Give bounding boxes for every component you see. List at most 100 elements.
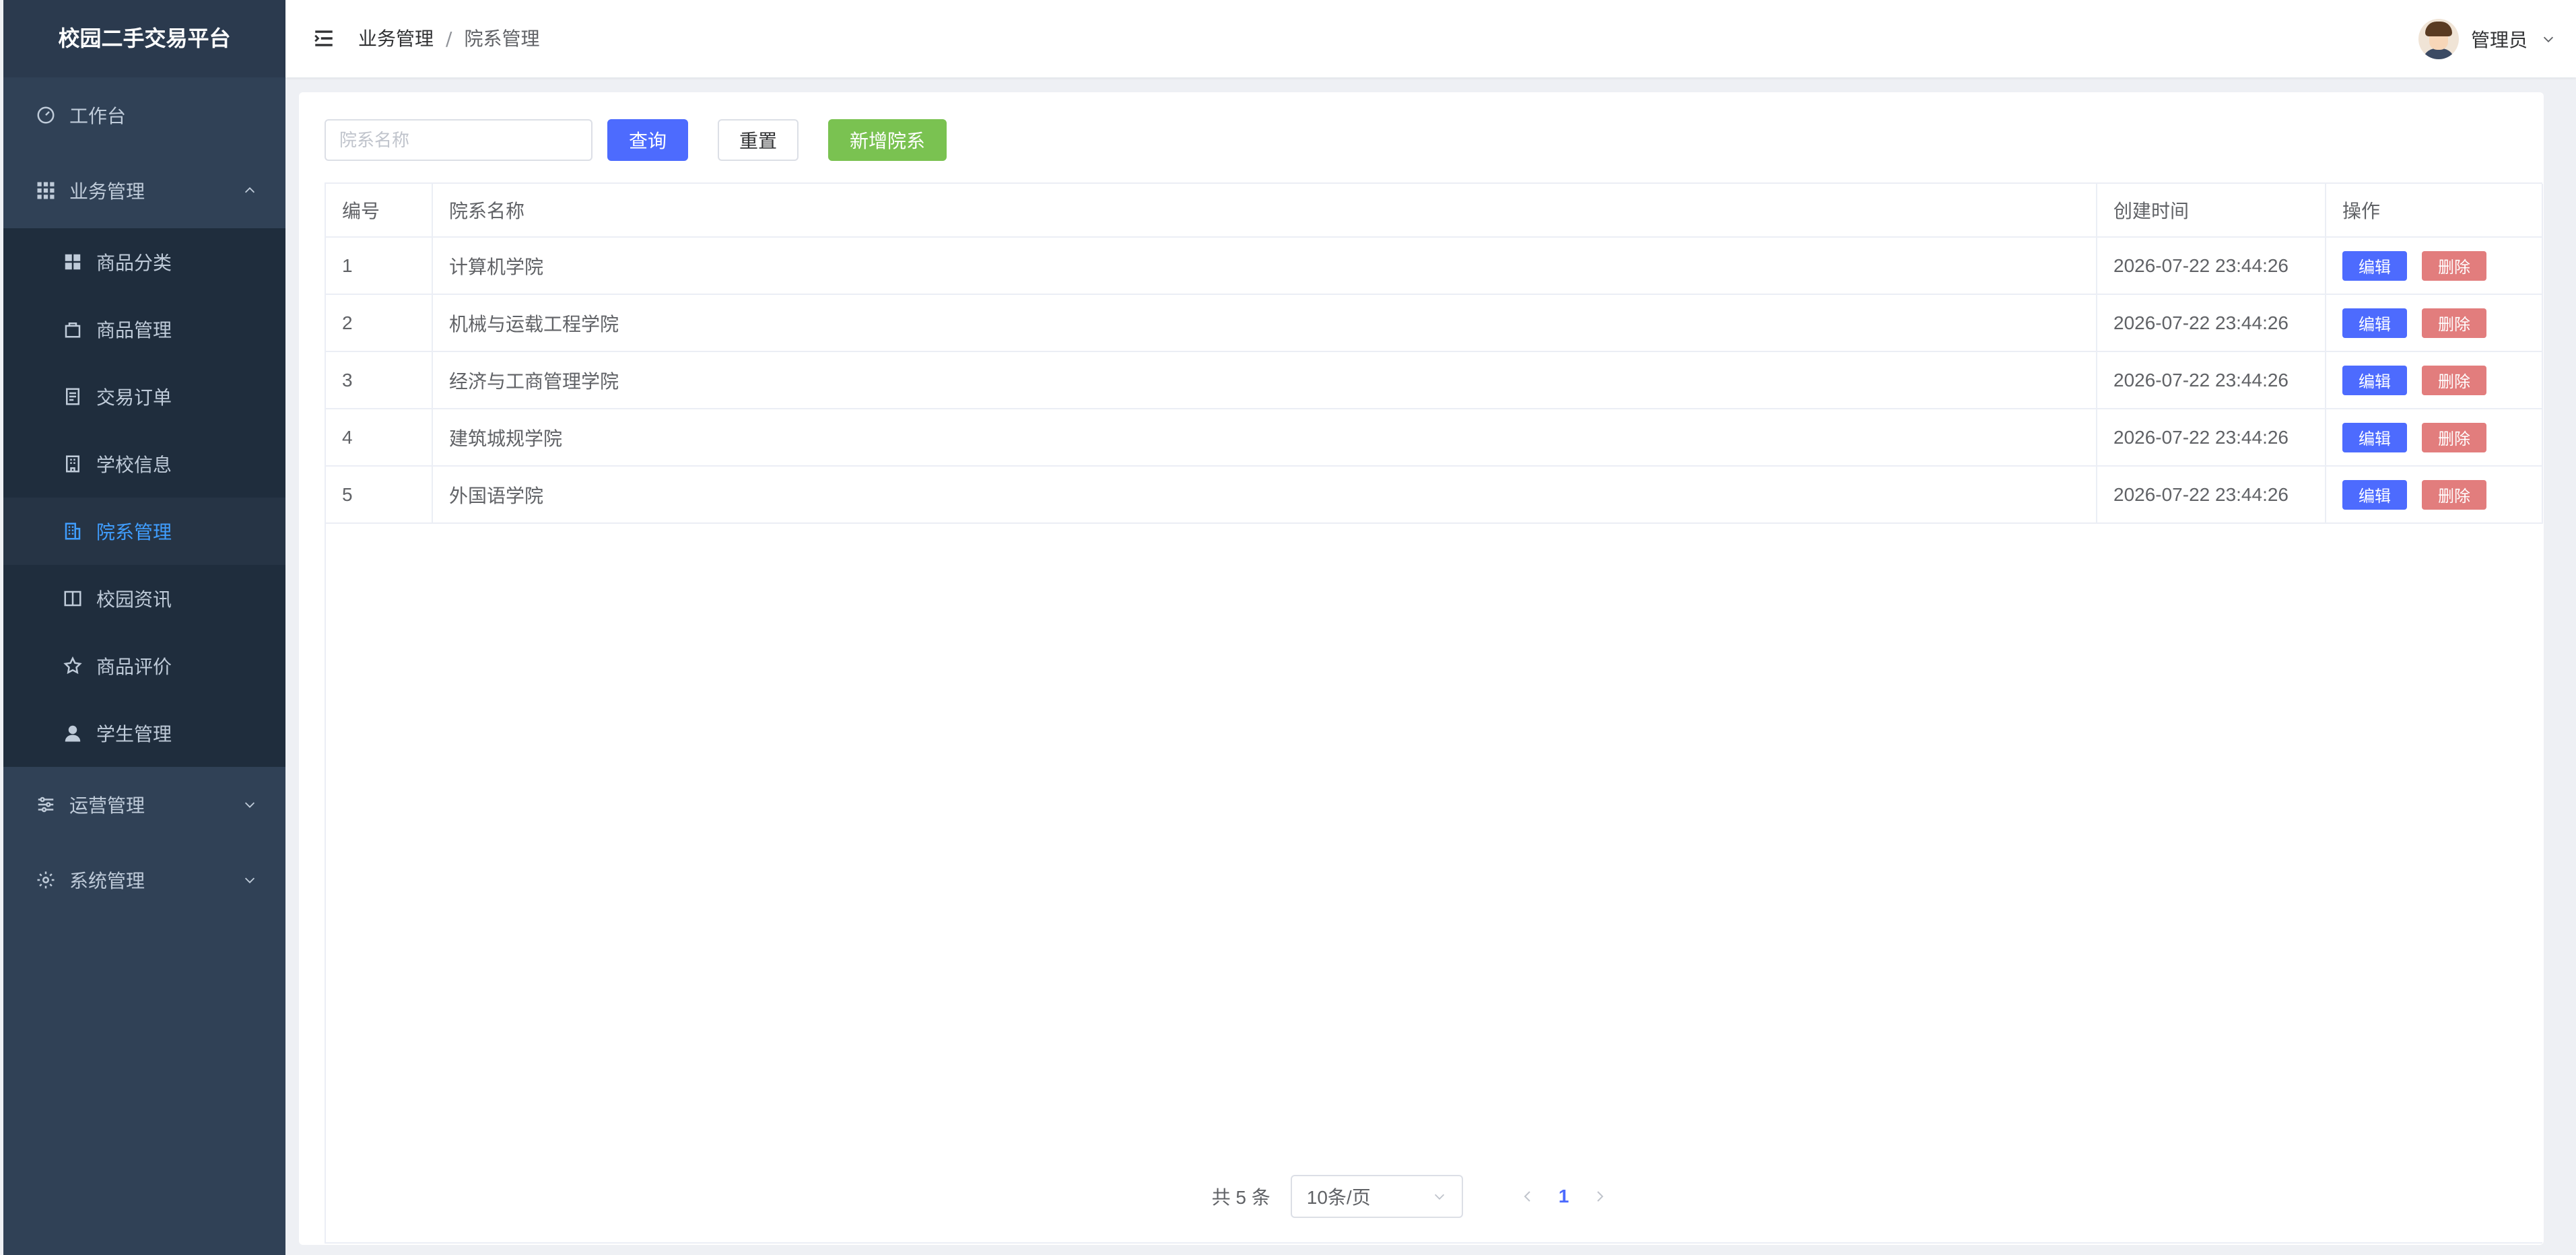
column-header-actions: 操作 [2326, 184, 2543, 238]
sidebar-item-operations[interactable]: 运营管理 [3, 767, 285, 842]
page-number-current[interactable]: 1 [1559, 1186, 1569, 1207]
cell-actions: 编辑 删除 [2326, 409, 2543, 467]
sidebar-item-orders[interactable]: 交易订单 [3, 363, 285, 430]
sidebar-item-label: 学校信息 [96, 454, 172, 476]
brand-title: 校园二手交易平台 [3, 0, 285, 77]
app-root: 校园二手交易平台 工作台 业务管理 商品分类 商品管理 交易订单 学校信息 院系… [0, 0, 2576, 1255]
department-name-input[interactable] [325, 119, 592, 161]
sidebar-item-goods[interactable]: 商品管理 [3, 296, 285, 363]
sidebar-item-label: 院系管理 [96, 521, 172, 543]
sidebar-item-label: 商品评价 [96, 656, 172, 678]
cell-created: 2026-07-22 23:44:26 [2097, 237, 2326, 295]
chevron-down-icon [1434, 1194, 1444, 1200]
sliders-icon [36, 794, 56, 815]
grid-icon [36, 180, 56, 201]
delete-button[interactable]: 删除 [2422, 422, 2486, 452]
edit-button[interactable]: 编辑 [2342, 308, 2407, 338]
page-size-select[interactable]: 10条/页 [1290, 1175, 1463, 1218]
sidebar-item-label: 商品分类 [96, 252, 172, 274]
sidebar-item-department[interactable]: 院系管理 [3, 498, 285, 565]
table-row: 4 建筑城规学院 2026-07-22 23:44:26 编辑 删除 [326, 409, 2543, 467]
prev-page-icon[interactable] [1520, 1188, 1536, 1205]
sidebar: 校园二手交易平台 工作台 业务管理 商品分类 商品管理 交易订单 学校信息 院系… [3, 0, 285, 1255]
breadcrumb-current: 院系管理 [464, 28, 540, 50]
table-row: 1 计算机学院 2026-07-22 23:44:26 编辑 删除 [326, 237, 2543, 295]
sidebar-item-dashboard[interactable]: 工作台 [3, 77, 285, 153]
sidebar-item-school[interactable]: 学校信息 [3, 430, 285, 498]
sidebar-item-business[interactable]: 业务管理 [3, 153, 285, 228]
table-row: 2 机械与运载工程学院 2026-07-22 23:44:26 编辑 删除 [326, 294, 2543, 352]
gear-icon [36, 870, 56, 890]
table-row: 3 经济与工商管理学院 2026-07-22 23:44:26 编辑 删除 [326, 351, 2543, 409]
cell-actions: 编辑 删除 [2326, 351, 2543, 409]
delete-button[interactable]: 删除 [2422, 308, 2486, 338]
table-header-row: 编号 院系名称 创建时间 操作 [326, 184, 2543, 238]
sidebar-item-reviews[interactable]: 商品评价 [3, 632, 285, 700]
user-menu[interactable]: 管理员 [2418, 0, 2556, 77]
user-name: 管理员 [2470, 28, 2528, 51]
search-toolbar: 查询 重置 新增院系 [325, 119, 947, 161]
menu-fold-icon[interactable] [312, 27, 335, 50]
cell-id: 3 [326, 351, 433, 409]
sidebar-item-label: 交易订单 [96, 386, 172, 409]
pagination-total: 共 5 条 [1211, 1187, 1270, 1208]
edit-button[interactable]: 编辑 [2342, 250, 2407, 281]
sidebar-item-label: 商品管理 [96, 319, 172, 341]
cell-created: 2026-07-22 23:44:26 [2097, 351, 2326, 409]
chevron-up-icon [244, 187, 255, 193]
cell-id: 2 [326, 294, 433, 352]
gauge-icon [36, 105, 56, 125]
top-header: 业务管理 / 院系管理 管理员 [285, 0, 2576, 77]
next-page-icon[interactable] [1592, 1188, 1608, 1205]
query-button[interactable]: 查询 [607, 119, 688, 161]
cell-created: 2026-07-22 23:44:26 [2097, 409, 2326, 467]
chevron-down-icon [2543, 36, 2554, 42]
chevron-down-icon [244, 802, 255, 808]
column-header-id: 编号 [326, 184, 433, 238]
add-department-button[interactable]: 新增院系 [828, 119, 947, 161]
cell-name: 外国语学院 [432, 466, 2097, 524]
category-icon [63, 252, 83, 272]
column-header-name: 院系名称 [432, 184, 2097, 238]
sidebar-item-label: 系统管理 [69, 870, 145, 892]
delete-button[interactable]: 删除 [2422, 479, 2486, 510]
sidebar-item-news[interactable]: 校园资讯 [3, 565, 285, 632]
cell-name: 机械与运载工程学院 [432, 294, 2097, 352]
delete-button[interactable]: 删除 [2422, 250, 2486, 281]
cell-id: 5 [326, 466, 433, 524]
cell-id: 4 [326, 409, 433, 467]
column-header-created: 创建时间 [2097, 184, 2326, 238]
table-row: 5 外国语学院 2026-07-22 23:44:26 编辑 删除 [326, 466, 2543, 524]
cell-name: 计算机学院 [432, 237, 2097, 295]
edit-button[interactable]: 编辑 [2342, 365, 2407, 395]
cell-actions: 编辑 删除 [2326, 294, 2543, 352]
chevron-down-icon [244, 877, 255, 883]
breadcrumb-parent[interactable]: 业务管理 [358, 28, 434, 50]
sidebar-item-system[interactable]: 系统管理 [3, 842, 285, 918]
sidebar-item-label: 校园资讯 [96, 588, 172, 611]
cell-created: 2026-07-22 23:44:26 [2097, 466, 2326, 524]
cell-id: 1 [326, 237, 433, 295]
user-icon [63, 723, 83, 743]
cell-created: 2026-07-22 23:44:26 [2097, 294, 2326, 352]
sidebar-item-label: 学生管理 [96, 723, 172, 745]
delete-button[interactable]: 删除 [2422, 365, 2486, 395]
document-icon [63, 386, 83, 407]
pagination: 共 5 条 10条/页 1 [299, 1175, 2544, 1218]
sidebar-menu: 工作台 业务管理 商品分类 商品管理 交易订单 学校信息 院系管理 校园资讯 商… [3, 77, 285, 918]
sidebar-item-students[interactable]: 学生管理 [3, 700, 285, 767]
content-panel: 查询 重置 新增院系 编号 院系名称 创建时间 操作 [299, 92, 2544, 1245]
cell-name: 建筑城规学院 [432, 409, 2097, 467]
book-icon [63, 588, 83, 609]
cell-name: 经济与工商管理学院 [432, 351, 2097, 409]
cell-actions: 编辑 删除 [2326, 466, 2543, 524]
building-icon [63, 454, 83, 474]
edit-button[interactable]: 编辑 [2342, 479, 2407, 510]
page-size-value: 10条/页 [1306, 1187, 1371, 1208]
edit-button[interactable]: 编辑 [2342, 422, 2407, 452]
sidebar-item-label: 运营管理 [69, 794, 145, 817]
star-icon [63, 656, 83, 676]
sidebar-item-category[interactable]: 商品分类 [3, 228, 285, 296]
sidebar-item-label: 工作台 [69, 105, 127, 127]
reset-button[interactable]: 重置 [718, 119, 799, 161]
